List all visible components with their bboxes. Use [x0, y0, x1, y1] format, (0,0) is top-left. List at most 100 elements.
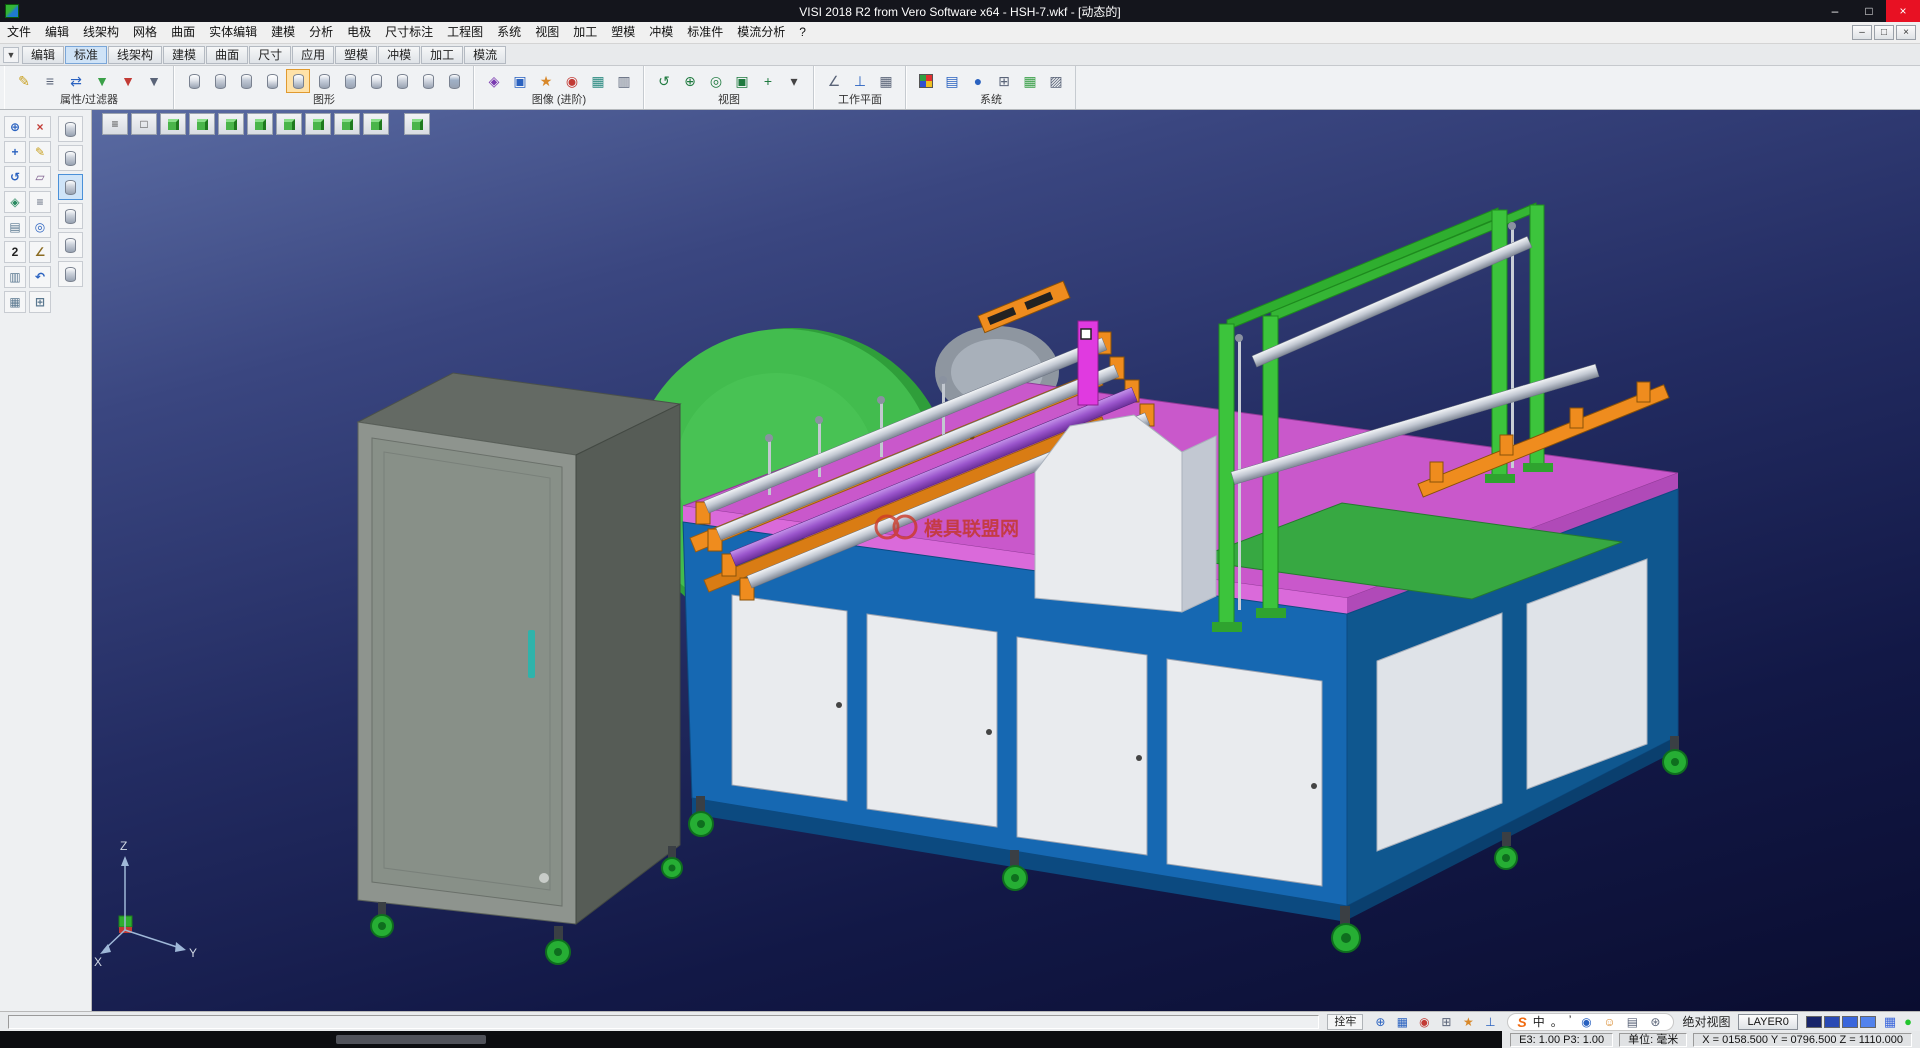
snap-status-icon[interactable]: ⊕: [1371, 1014, 1389, 1030]
tab-flow[interactable]: 模流: [464, 46, 506, 64]
grid-icon[interactable]: ▦: [4, 291, 26, 313]
buffer-slot-icon-1[interactable]: [58, 116, 83, 142]
layer-grid-icon[interactable]: ▦: [1884, 1015, 1896, 1028]
window-view-icon[interactable]: ▣: [730, 69, 754, 93]
tab-wireframe[interactable]: 线架构: [108, 46, 162, 64]
doc-close-button[interactable]: ×: [1896, 25, 1916, 40]
menu-modeling[interactable]: 建模: [264, 22, 302, 43]
graphics-slot-icon-7[interactable]: [338, 69, 362, 93]
menu-die[interactable]: 冲模: [642, 22, 680, 43]
rotate-icon[interactable]: ↺: [4, 166, 26, 188]
menu-flow-analysis[interactable]: 模流分析: [730, 22, 792, 43]
system-globe-icon[interactable]: ●: [966, 69, 990, 93]
menu-view[interactable]: 视图: [528, 22, 566, 43]
graphics-slot-icon-9[interactable]: [390, 69, 414, 93]
rotate-view-icon[interactable]: ↺: [652, 69, 676, 93]
ime-keyboard-icon[interactable]: ▤: [1623, 1014, 1641, 1030]
minimize-button[interactable]: –: [1818, 0, 1852, 22]
menu-drawing[interactable]: 工程图: [440, 22, 490, 43]
menu-file[interactable]: 文件: [0, 22, 38, 43]
image-adv-icon-3[interactable]: ★: [534, 69, 558, 93]
layer-button[interactable]: LAYER0: [1738, 1014, 1797, 1030]
menu-machining[interactable]: 加工: [566, 22, 604, 43]
iso-view-icon-1[interactable]: [160, 113, 186, 135]
copy-icon[interactable]: ⊞: [29, 291, 51, 313]
pan-view-icon[interactable]: +: [756, 69, 780, 93]
image-adv-icon-5[interactable]: ▦: [586, 69, 610, 93]
graphics-slot-icon-4[interactable]: [260, 69, 284, 93]
snap-icon[interactable]: ⊕: [4, 116, 26, 138]
workplane-normal-icon[interactable]: ⊥: [848, 69, 872, 93]
iso-view-icon-2[interactable]: [189, 113, 215, 135]
move-icon[interactable]: +: [4, 141, 26, 163]
menu-solid-edit[interactable]: 实体编辑: [202, 22, 264, 43]
transform-icon[interactable]: ◈: [4, 191, 26, 213]
iso-view-icon-5[interactable]: [276, 113, 302, 135]
ime-lang-toggle[interactable]: 中: [1533, 1013, 1545, 1030]
tab-surface[interactable]: 曲面: [206, 46, 248, 64]
doc-minimize-button[interactable]: –: [1852, 25, 1872, 40]
measure-icon[interactable]: ◎: [29, 216, 51, 238]
close-button[interactable]: ×: [1886, 0, 1920, 22]
filter-icon[interactable]: ▼: [142, 69, 166, 93]
buffer-slot-icon-3[interactable]: [58, 174, 83, 200]
menu-dimension[interactable]: 尺寸标注: [378, 22, 440, 43]
menu-wireframe[interactable]: 线架构: [76, 22, 126, 43]
layers-icon[interactable]: ≡: [29, 191, 51, 213]
menu-standard-parts[interactable]: 标准件: [680, 22, 730, 43]
menu-edit[interactable]: 编辑: [38, 22, 76, 43]
doc-restore-button[interactable]: □: [1874, 25, 1894, 40]
ime-logo-icon[interactable]: S: [1517, 1014, 1526, 1030]
menu-analysis[interactable]: 分析: [302, 22, 340, 43]
layer-swatch-1[interactable]: [1824, 1016, 1840, 1028]
undo-icon[interactable]: ↶: [29, 266, 51, 288]
image-adv-icon-2[interactable]: ▣: [508, 69, 532, 93]
graphics-slot-icon-6[interactable]: [312, 69, 336, 93]
system-grid-icon[interactable]: ▦: [1018, 69, 1042, 93]
menu-mesh[interactable]: 网格: [126, 22, 164, 43]
paint-icon[interactable]: ▤: [4, 216, 26, 238]
angle-icon[interactable]: ∠: [29, 241, 51, 263]
layer-swatch-2[interactable]: [1842, 1016, 1858, 1028]
taskbar-item[interactable]: [336, 1035, 486, 1044]
image-adv-icon-6[interactable]: ▥: [612, 69, 636, 93]
tab-die[interactable]: 冲模: [378, 46, 420, 64]
graphics-slot-icon-11[interactable]: [442, 69, 466, 93]
iso-view-icon-4[interactable]: [247, 113, 273, 135]
buffer-slot-icon-2[interactable]: [58, 145, 83, 171]
ime-smiley-icon[interactable]: ☺: [1600, 1014, 1618, 1030]
menu-mould[interactable]: 塑模: [604, 22, 642, 43]
grid-status-icon[interactable]: ▦: [1393, 1014, 1411, 1030]
system-display-icon[interactable]: ▤: [940, 69, 964, 93]
viewport-3d[interactable]: ≡□: [92, 110, 1920, 1011]
iso-view-icon-8[interactable]: [363, 113, 389, 135]
filter-list-icon[interactable]: ≡: [38, 69, 62, 93]
tab-machining[interactable]: 加工: [421, 46, 463, 64]
numeric-2-icon[interactable]: 2: [4, 241, 26, 263]
ime-symbol-toggle[interactable]: ’: [1569, 1013, 1572, 1030]
tab-dimension[interactable]: 尺寸: [249, 46, 291, 64]
view-menu-icon[interactable]: ≡: [102, 113, 128, 135]
image-adv-icon-4[interactable]: ◉: [560, 69, 584, 93]
graphics-slot-icon-2[interactable]: [208, 69, 232, 93]
image-adv-icon-1[interactable]: ◈: [482, 69, 506, 93]
ime-mic-icon[interactable]: ◉: [1577, 1014, 1595, 1030]
mirror-icon[interactable]: ▥: [4, 266, 26, 288]
menu-electrode[interactable]: 电极: [340, 22, 378, 43]
tab-standard[interactable]: 标准: [65, 46, 107, 64]
iso-view-icon-3[interactable]: [218, 113, 244, 135]
edit-properties-icon[interactable]: ✎: [12, 69, 36, 93]
view-top-icon[interactable]: □: [131, 113, 157, 135]
record-status-icon[interactable]: ◉: [1415, 1014, 1433, 1030]
star-status-icon[interactable]: ★: [1459, 1014, 1477, 1030]
shaded-view-icon[interactable]: [404, 113, 430, 135]
graphics-slot-icon-10[interactable]: [416, 69, 440, 93]
tab-modeling[interactable]: 建模: [163, 46, 205, 64]
buffer-slot-icon-6[interactable]: [58, 261, 83, 287]
filter-add-icon[interactable]: ▼: [90, 69, 114, 93]
tab-application[interactable]: 应用: [292, 46, 334, 64]
menu-surface[interactable]: 曲面: [164, 22, 202, 43]
ortho-status-icon[interactable]: ⊥: [1481, 1014, 1499, 1030]
center-view-icon[interactable]: ◎: [704, 69, 728, 93]
iso-view-icon-7[interactable]: [334, 113, 360, 135]
